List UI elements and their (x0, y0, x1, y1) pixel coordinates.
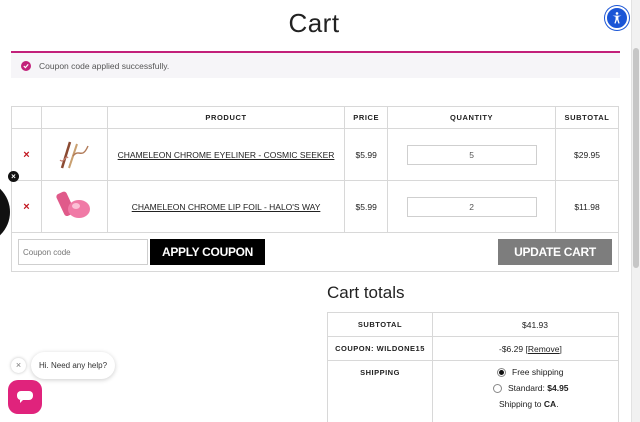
scrollbar-thumb[interactable] (633, 48, 639, 268)
table-row: × CHAMELEON CHROME EYELINER - COSMIC SEE… (11, 128, 619, 181)
header-quantity: QUANTITY (387, 106, 557, 129)
remove-item-button[interactable]: × (23, 201, 29, 213)
chat-message-bubble[interactable]: Hi. Need any help? (31, 352, 116, 379)
item-price: $5.99 (344, 180, 389, 233)
shipping-option-standard[interactable]: Standard: $4.95 (493, 383, 618, 393)
table-row: × CHAMELEON CHROME LIP FOIL - HALO'S WAY… (11, 180, 619, 233)
product-link[interactable]: CHAMELEON CHROME EYELINER - COSMIC SEEKE… (118, 150, 335, 160)
chat-close-button[interactable]: × (11, 358, 26, 373)
side-widget-close-button[interactable]: × (8, 171, 19, 182)
item-subtotal: $29.95 (555, 128, 619, 181)
radio-button[interactable] (493, 383, 502, 393)
accessibility-button[interactable] (605, 6, 629, 30)
remove-coupon-link[interactable]: [Remove] (525, 344, 561, 354)
shipping-destination: Shipping to CA. (499, 399, 559, 409)
header-price: PRICE (344, 106, 389, 129)
radio-button[interactable] (497, 367, 506, 377)
subtotal-value: $41.93 (432, 312, 619, 337)
product-link[interactable]: CHAMELEON CHROME LIP FOIL - HALO'S WAY (132, 202, 321, 212)
cart-table: PRODUCT PRICE QUANTITY SUBTOTAL × CHAMEL… (11, 106, 619, 272)
apply-coupon-button[interactable]: APPLY COUPON (150, 239, 265, 265)
accessibility-icon (612, 12, 622, 24)
header-product: PRODUCT (106, 106, 346, 129)
update-cart-button[interactable]: UPDATE CART (498, 239, 612, 265)
shipping-option-free[interactable]: Free shipping (497, 367, 618, 377)
lip-foil-product-image (56, 191, 91, 218)
item-subtotal: $11.98 (555, 180, 619, 233)
cart-totals-table: SUBTOTAL $41.93 COUPON: WILDONE15 -$6.29… (327, 312, 619, 422)
totals-row-coupon: COUPON: WILDONE15 -$6.29 [Remove] (327, 336, 619, 361)
notice-text: Coupon code applied successfully. (39, 60, 170, 71)
cart-totals-title: Cart totals (327, 283, 405, 302)
chat-icon (17, 391, 33, 403)
remove-item-button[interactable]: × (23, 149, 29, 161)
quantity-input[interactable] (406, 196, 537, 217)
product-thumbnail[interactable] (40, 180, 108, 233)
totals-row-subtotal: SUBTOTAL $41.93 (327, 312, 619, 337)
success-notice: Coupon code applied successfully. (11, 51, 620, 78)
totals-row-shipping: SHIPPING Free shipping Standard: $4.95 S… (327, 360, 619, 422)
cart-actions-row: APPLY COUPON UPDATE CART (11, 232, 619, 272)
side-widget-tab[interactable] (0, 180, 10, 244)
quantity-input[interactable] (406, 144, 537, 165)
chat-launcher-button[interactable] (8, 380, 42, 414)
item-price: $5.99 (344, 128, 389, 181)
coupon-discount-value: -$6.29 (499, 343, 524, 354)
page-scrollbar[interactable] (631, 0, 640, 422)
page-title: Cart (288, 8, 340, 38)
cart-header-row: PRODUCT PRICE QUANTITY SUBTOTAL (11, 106, 619, 129)
check-circle-icon (21, 60, 31, 71)
header-subtotal: SUBTOTAL (555, 106, 619, 129)
product-thumbnail[interactable] (40, 128, 108, 181)
eyeliner-product-image (59, 141, 90, 168)
coupon-code-input[interactable] (18, 239, 148, 265)
